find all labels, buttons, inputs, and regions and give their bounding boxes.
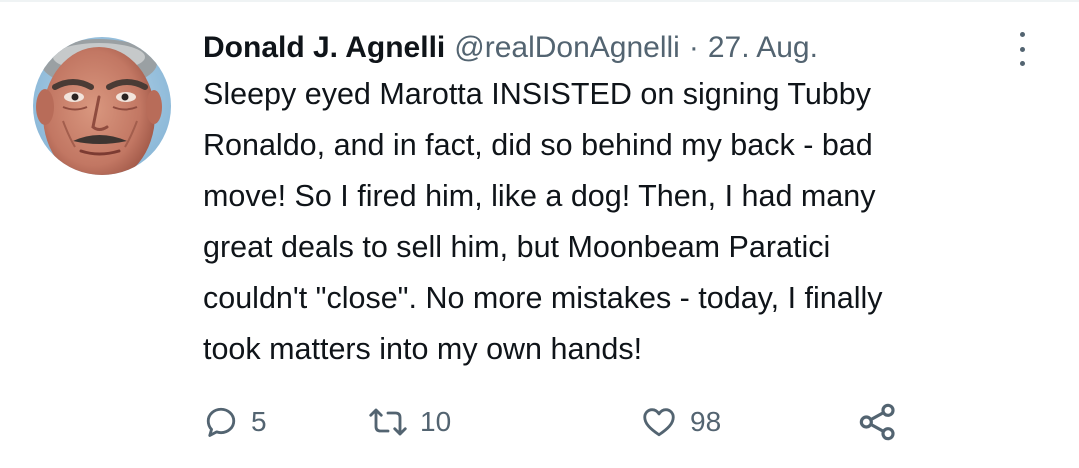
more-vertical-icon-dot bbox=[1019, 61, 1025, 66]
reply-icon bbox=[206, 407, 236, 437]
share-icon bbox=[859, 403, 895, 441]
avatar[interactable] bbox=[33, 37, 171, 175]
top-divider bbox=[0, 0, 1079, 2]
retweet-button[interactable]: 10 bbox=[368, 400, 451, 444]
tweet-header: Donald J. Agnelli @realDonAgnelli · 27. … bbox=[203, 28, 1023, 68]
avatar-portrait bbox=[33, 37, 171, 175]
like-button[interactable]: 98 bbox=[640, 400, 721, 444]
tweet-text-line: couldn't "close". No more mistakes - tod… bbox=[203, 281, 883, 315]
tweet-text-line: took matters into my own hands! bbox=[203, 332, 643, 366]
tweet-actions: 5 10 98 bbox=[203, 400, 923, 444]
retweet-icon bbox=[369, 408, 407, 436]
reply-button[interactable]: 5 bbox=[203, 400, 267, 444]
tweet-text-line: move! So I fired him, like a dog! Then, … bbox=[203, 179, 876, 213]
author-handle[interactable]: @realDonAgnelli bbox=[454, 28, 680, 68]
more-vertical-icon bbox=[1019, 32, 1025, 37]
tweet-text: Sleepy eyed Marotta INSISTED on signing … bbox=[203, 69, 1023, 375]
author-name[interactable]: Donald J. Agnelli bbox=[203, 28, 445, 68]
more-options-button[interactable] bbox=[1010, 32, 1034, 66]
more-vertical-icon-dot bbox=[1019, 46, 1025, 52]
tweet-text-line: great deals to sell him, but Moonbeam Pa… bbox=[203, 230, 831, 264]
share-button[interactable] bbox=[858, 400, 910, 444]
retweet-count: 10 bbox=[420, 406, 452, 437]
tweet-date[interactable]: 27. Aug. bbox=[708, 28, 818, 68]
tweet-text-line: Sleepy eyed Marotta INSISTED on signing … bbox=[203, 77, 871, 111]
tweet-text-line: Ronaldo, and in fact, did so behind my b… bbox=[203, 128, 873, 162]
header-separator: · bbox=[688, 31, 699, 64]
reply-count: 5 bbox=[251, 406, 267, 437]
like-count: 98 bbox=[690, 406, 722, 437]
heart-icon bbox=[643, 408, 675, 437]
tweet-body: Donald J. Agnelli @realDonAgnelli · 27. … bbox=[203, 28, 1023, 375]
